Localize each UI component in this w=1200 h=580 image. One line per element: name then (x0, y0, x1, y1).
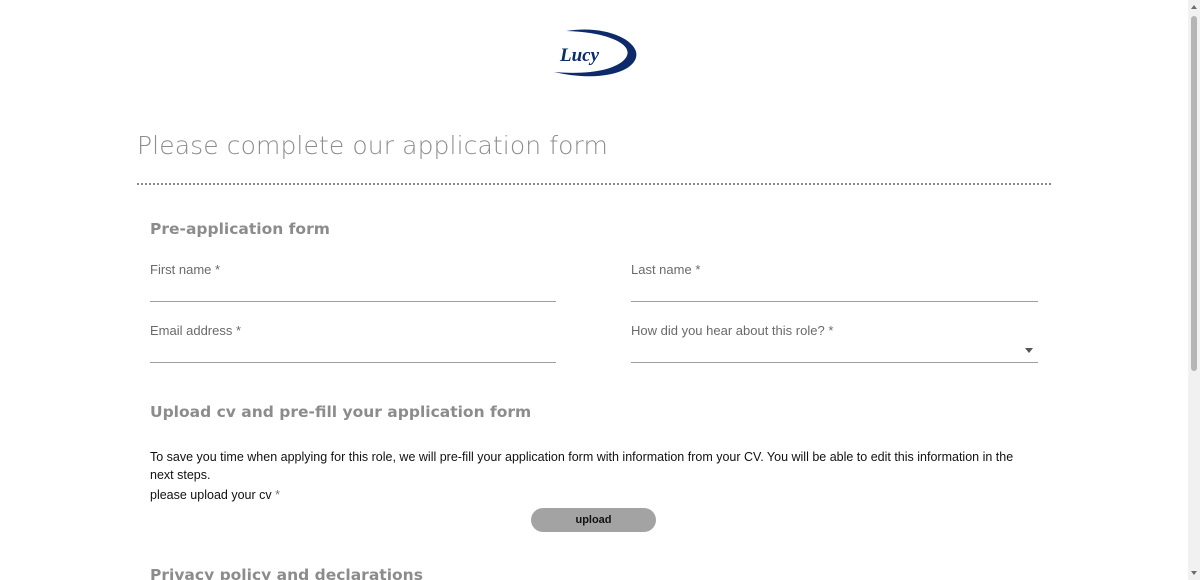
first-name-label: First name * (150, 262, 220, 277)
email-field[interactable]: Email address * (150, 323, 556, 363)
section-title-privacy-policy: Privacy policy and declarations (150, 566, 423, 580)
required-mark: * (236, 323, 242, 338)
page-title: Please complete our application form (137, 131, 608, 160)
required-mark: * (695, 262, 701, 277)
email-input[interactable] (150, 341, 556, 361)
chevron-down-icon[interactable] (1025, 348, 1033, 353)
last-name-field[interactable]: Last name * (631, 262, 1038, 302)
email-label-text: Email address (150, 323, 233, 338)
scroll-down-icon[interactable] (1191, 571, 1197, 575)
first-name-field[interactable]: First name * (150, 262, 556, 302)
last-name-underline (631, 301, 1038, 302)
brand-logo[interactable]: Lucy (548, 26, 644, 82)
section-title-pre-application: Pre-application form (150, 220, 330, 238)
required-mark: * (828, 323, 834, 338)
last-name-input[interactable] (631, 280, 1038, 300)
upload-cv-info-text: To save you time when applying for this … (150, 450, 1014, 482)
upload-cv-button[interactable]: upload (531, 508, 656, 532)
last-name-label: Last name * (631, 262, 700, 277)
hear-about-role-label-text: How did you hear about this role? (631, 323, 825, 338)
cv-upload-label-text: please upload your cv (150, 488, 272, 502)
hear-about-role-label: How did you hear about this role? * (631, 323, 833, 338)
page-scrollbar-thumb[interactable] (1191, 16, 1197, 371)
email-underline (150, 362, 556, 363)
first-name-label-text: First name (150, 262, 212, 277)
hear-about-role-select[interactable]: How did you hear about this role? * (631, 323, 1038, 363)
section-title-upload-cv: Upload cv and pre-fill your application … (150, 403, 532, 421)
title-divider (137, 183, 1051, 185)
hear-about-role-underline (631, 362, 1038, 363)
required-mark: * (275, 488, 280, 502)
first-name-underline (150, 301, 556, 302)
application-page: Lucy Please complete our application for… (0, 0, 1188, 580)
first-name-input[interactable] (150, 280, 556, 300)
logo-wordmark: Lucy (559, 45, 600, 66)
cv-upload-label: please upload your cv * (150, 488, 280, 502)
last-name-label-text: Last name (631, 262, 692, 277)
lucy-logo-icon: Lucy (554, 29, 637, 77)
scroll-up-icon[interactable] (1191, 5, 1197, 9)
required-mark: * (215, 262, 221, 277)
email-label: Email address * (150, 323, 241, 338)
